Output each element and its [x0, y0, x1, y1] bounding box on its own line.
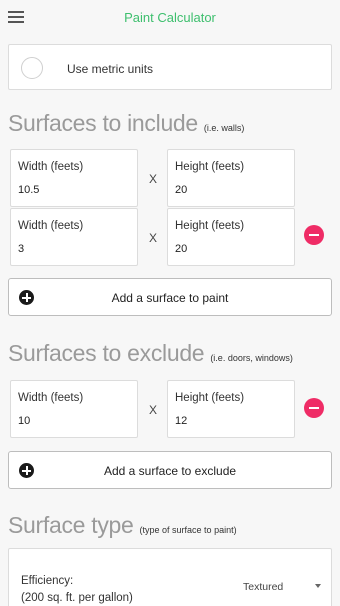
width-value: 10 — [18, 415, 31, 427]
add-surface-label: Add a surface to paint — [111, 291, 229, 305]
height-value: 20 — [175, 184, 188, 196]
include-section-title: Surfaces to include (i.e. walls) — [8, 110, 244, 137]
times-separator: X — [148, 172, 157, 186]
height-label: Height (feets) — [175, 161, 245, 173]
exclude-hint: (i.e. doors, windows) — [210, 353, 293, 363]
add-surface-to-exclude-button[interactable]: Add a surface to exclude — [8, 451, 332, 489]
surface-type-section-title: Surface type (type of surface to paint) — [8, 512, 237, 539]
include-2-width-field[interactable]: Width (feets) 3 — [10, 208, 138, 266]
width-value: 10.5 — [18, 184, 40, 196]
include-hint: (i.e. walls) — [203, 123, 245, 133]
exclude-section-title: Surfaces to exclude (i.e. doors, windows) — [8, 340, 293, 367]
width-label: Width (feets) — [18, 220, 84, 232]
exclude-1-height-field[interactable]: Height (feets) 12 — [167, 380, 295, 438]
width-value: 3 — [18, 243, 25, 255]
height-value: 12 — [175, 415, 188, 427]
include-title-text: Surfaces to include — [8, 110, 198, 136]
efficiency-card: Efficiency: (200 sq. ft. per gallon) Tex… — [8, 548, 332, 606]
width-label: Width (feets) — [18, 392, 84, 404]
times-separator: X — [148, 231, 157, 245]
height-label: Height (feets) — [175, 220, 245, 232]
app-bar: Paint Calculator — [0, 0, 340, 38]
efficiency-label: Efficiency: (200 sq. ft. per gallon) — [21, 573, 133, 606]
metric-units-label: Use metric units — [67, 62, 154, 76]
remove-surface-icon[interactable] — [304, 225, 324, 245]
times-separator: X — [148, 403, 157, 417]
metric-units-option[interactable]: Use metric units — [8, 44, 332, 90]
app-title: Paint Calculator — [124, 10, 216, 25]
exclude-1-width-field[interactable]: Width (feets) 10 — [10, 380, 138, 438]
surface-type-title-text: Surface type — [8, 512, 134, 538]
width-label: Width (feets) — [18, 161, 84, 173]
height-label: Height (feets) — [175, 392, 245, 404]
efficiency-label-line1: Efficiency: — [21, 575, 74, 587]
chevron-down-icon — [315, 584, 321, 588]
efficiency-label-line2: (200 sq. ft. per gallon) — [21, 592, 133, 604]
height-value: 20 — [175, 243, 188, 255]
surface-type-hint: (type of surface to paint) — [139, 525, 237, 535]
surface-type-dropdown[interactable]: Textured — [243, 579, 323, 597]
metric-units-radio[interactable] — [21, 57, 43, 79]
exclude-title-text: Surfaces to exclude — [8, 340, 205, 366]
surface-type-selected: Textured — [243, 581, 284, 593]
include-1-width-field[interactable]: Width (feets) 10.5 — [10, 149, 138, 207]
add-exclude-label: Add a surface to exclude — [103, 464, 237, 478]
add-surface-to-paint-button[interactable]: Add a surface to paint — [8, 278, 332, 316]
remove-surface-icon[interactable] — [304, 398, 324, 418]
include-2-height-field[interactable]: Height (feets) 20 — [167, 208, 295, 266]
include-1-height-field[interactable]: Height (feets) 20 — [167, 149, 295, 207]
